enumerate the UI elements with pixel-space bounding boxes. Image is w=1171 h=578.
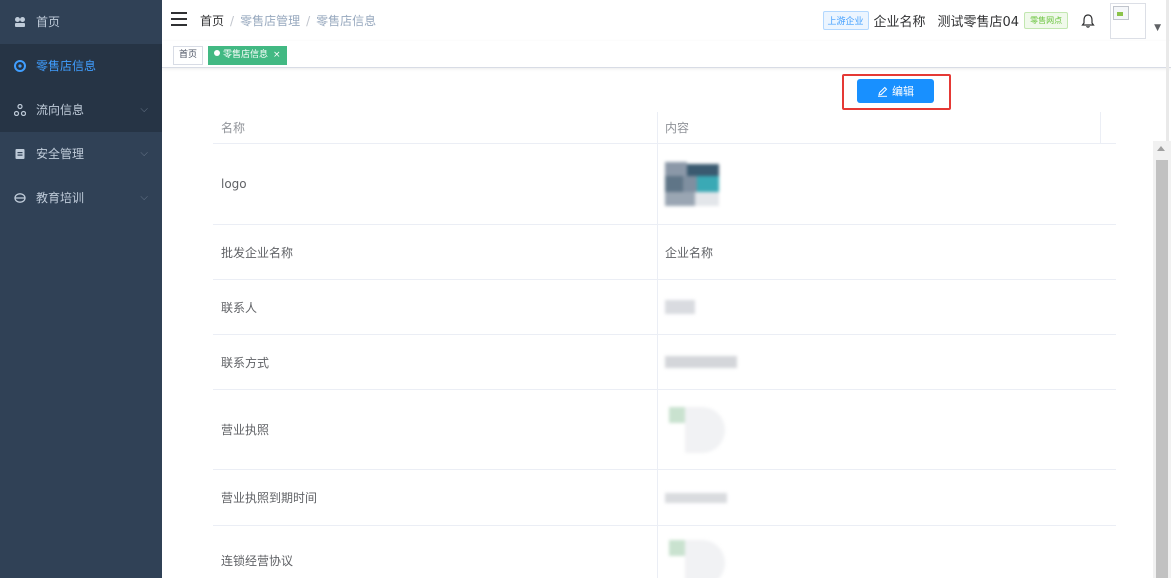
scrollbar-thumb[interactable] [1156, 160, 1168, 578]
broken-image-icon [1113, 5, 1130, 20]
redacted-expiry-date [665, 492, 727, 503]
store-info-icon [13, 44, 27, 88]
table-row: 联系方式 [213, 335, 1116, 390]
tag-label: 首页 [179, 50, 198, 60]
chevron-down-icon: ⌵ [140, 104, 148, 115]
table-row: 连锁经营协议 [213, 526, 1116, 578]
table-row: 营业执照到期时间 [213, 470, 1116, 526]
close-icon[interactable]: × [273, 50, 281, 60]
tag-label: 零售店信息 [223, 50, 269, 60]
sidebar-item-label: 首页 [36, 15, 61, 29]
education-icon [13, 176, 27, 220]
sidebar-item-flow[interactable]: 流向信息 ⌵ [0, 88, 162, 132]
row-content: 企业名称 [665, 245, 714, 260]
breadcrumb-separator: / [306, 14, 311, 28]
row-content [665, 280, 695, 334]
scroll-up-arrow-icon[interactable] [1157, 146, 1165, 151]
top-right-area: 上游企业 企业名称 测试零售店04 零售网点 ▼ [822, 0, 1171, 41]
bell-icon[interactable] [1080, 13, 1096, 29]
breadcrumb-item-store-management[interactable]: 零售店管理 [240, 14, 300, 28]
store-info-table: 名称 内容 logo 批发企业名称 企业名称 联系人 联系方式 营业执照 营业执… [213, 112, 1116, 578]
table-row: logo [213, 144, 1116, 225]
sidebar-item-store-info[interactable]: 零售店信息 [0, 44, 162, 88]
breadcrumb-item-store-info: 零售店信息 [316, 14, 377, 28]
redacted-contact-person [665, 300, 695, 314]
row-name: 批发企业名称 [221, 245, 294, 260]
table-header: 名称 内容 [213, 112, 1116, 144]
table-row: 批发企业名称 企业名称 [213, 225, 1116, 280]
row-name: 联系方式 [221, 355, 270, 370]
edit-button-label: 编辑 [892, 85, 914, 98]
dashboard-icon [13, 0, 27, 44]
row-name: 连锁经营协议 [221, 554, 294, 568]
row-content [665, 335, 737, 389]
document-icon [13, 132, 27, 176]
edit-button[interactable]: 编辑 [857, 79, 934, 103]
sidebar: 首页 零售店信息 流向信息 ⌵ 安全管理 ⌵ 教育培训 ⌵ [0, 0, 162, 578]
chevron-down-icon: ⌵ [140, 148, 148, 159]
redacted-contact-info [665, 356, 737, 368]
caret-down-icon[interactable]: ▼ [1154, 23, 1161, 33]
table-right-border [1100, 112, 1101, 144]
business-license-image[interactable] [665, 403, 729, 457]
edit-icon [878, 86, 888, 97]
sidebar-item-label: 教育培训 [36, 191, 85, 205]
sidebar-item-label: 流向信息 [36, 103, 85, 117]
chain-agreement-image[interactable] [665, 536, 729, 578]
row-name: logo [221, 177, 247, 191]
logo-image[interactable] [665, 162, 719, 206]
row-content [665, 144, 719, 224]
column-header-name: 名称 [221, 121, 246, 135]
hamburger-menu-icon[interactable] [171, 12, 187, 26]
table-row: 联系人 [213, 280, 1116, 335]
row-name: 联系人 [221, 300, 258, 315]
row-content [665, 390, 729, 469]
row-name: 营业执照 [221, 423, 270, 437]
avatar[interactable] [1110, 2, 1147, 39]
upstream-enterprise-tag: 上游企业 [822, 11, 869, 30]
row-content [665, 526, 729, 578]
company-name: 企业名称 [873, 15, 926, 30]
sidebar-item-home[interactable]: 首页 [0, 0, 162, 44]
table-row: 营业执照 [213, 390, 1116, 470]
top-navbar: 首页 / 零售店管理 / 零售店信息 上游企业 企业名称 测试零售店04 零售网点 ▼ [162, 0, 1171, 42]
store-name: 测试零售店04 [937, 15, 1020, 30]
breadcrumb-item-home[interactable]: 首页 [200, 14, 224, 28]
column-header-content: 内容 [665, 121, 690, 135]
row-content [665, 470, 727, 525]
flow-icon [13, 88, 27, 132]
sidebar-item-label: 安全管理 [36, 147, 85, 161]
page-edge [1166, 0, 1169, 141]
breadcrumb-separator: / [230, 14, 235, 28]
tags-view: 首页 零售店信息 × [162, 41, 1171, 68]
sidebar-item-education[interactable]: 教育培训 ⌵ [0, 176, 162, 220]
tag-store-info[interactable]: 零售店信息 × [208, 46, 287, 65]
active-dot-icon [214, 50, 220, 56]
sidebar-item-security[interactable]: 安全管理 ⌵ [0, 132, 162, 176]
row-name: 营业执照到期时间 [221, 491, 318, 505]
chevron-down-icon: ⌵ [140, 192, 148, 203]
store-type-tag: 零售网点 [1024, 12, 1069, 29]
breadcrumb: 首页 / 零售店管理 / 零售店信息 [200, 12, 376, 29]
tag-home[interactable]: 首页 [173, 46, 204, 65]
sidebar-item-label: 零售店信息 [36, 59, 97, 73]
